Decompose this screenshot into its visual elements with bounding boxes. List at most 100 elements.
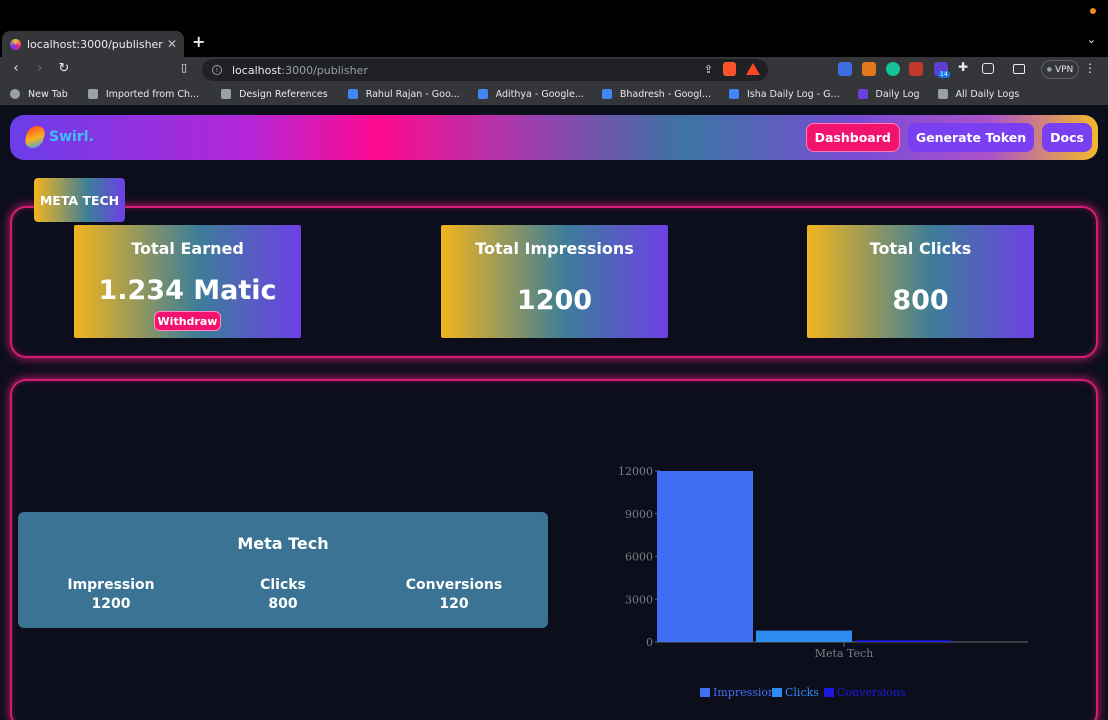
y-tick-label: 6000 — [625, 551, 653, 564]
bar-chart: 0 3000 6000 9000 12000 Meta Tech Impressions Cl… — [610, 455, 1050, 710]
site-info-icon[interactable]: i — [212, 65, 222, 75]
legend-swatch-clicks — [772, 688, 782, 697]
new-tab-icon[interactable]: + — [192, 32, 205, 51]
total-earned-title: Total Earned — [131, 239, 244, 258]
forward-icon[interactable]: › — [31, 61, 49, 76]
total-impressions-card: Total Impressions 1200 — [441, 225, 668, 338]
sidebar-icon[interactable] — [982, 63, 994, 74]
bookmark-item[interactable]: Rahul Rajan - Goo... — [347, 88, 460, 100]
extension-badge-count: 14 — [938, 71, 950, 78]
favicon-icon — [10, 38, 21, 50]
notification-dot — [1090, 8, 1096, 14]
doc-icon — [477, 89, 488, 99]
legend-swatch-conversions — [824, 688, 834, 697]
bookmark-label: Daily Log — [875, 88, 920, 100]
os-menu-bar — [0, 0, 1108, 27]
extension-badge-icon[interactable]: 14 — [934, 62, 950, 78]
impression-label: Impression — [67, 577, 155, 593]
share-icon[interactable]: ⇪ — [704, 63, 713, 76]
bookmark-icon[interactable]: ▯ — [175, 61, 193, 74]
wallet-icon[interactable] — [1013, 64, 1025, 74]
vpn-button[interactable]: ● VPN — [1041, 60, 1079, 79]
bookmark-item[interactable]: Bhadresh - Googl... — [601, 88, 711, 100]
campaign-summary-card: Meta Tech Impression 1200 Clicks 800 Con… — [18, 512, 548, 628]
tab-title: localhost:3000/publisher — [27, 37, 163, 51]
tab-strip: localhost:3000/publisher ✕ + ⌄ — [0, 27, 1108, 57]
conversions-value: 120 — [439, 596, 469, 612]
docs-button[interactable]: Docs — [1042, 123, 1092, 152]
tab-search-chevron-icon[interactable]: ⌄ — [1087, 33, 1096, 46]
doc-icon — [728, 89, 739, 99]
dashboard-button[interactable]: Dashboard — [805, 123, 900, 152]
generate-token-button[interactable]: Generate Token — [907, 123, 1035, 152]
reload-icon[interactable]: ↻ — [55, 61, 73, 76]
address-bar[interactable]: i localhost:3000/publisher ⇪ — [202, 59, 768, 81]
bookmark-item[interactable]: New Tab — [10, 89, 68, 100]
swirl-logo-icon — [23, 126, 47, 148]
total-clicks-value: 800 — [892, 285, 949, 316]
brave-shield-icon[interactable] — [723, 62, 736, 76]
total-clicks-card: Total Clicks 800 — [807, 225, 1034, 338]
globe-icon — [10, 89, 20, 99]
summary-conversions: Conversions 120 — [384, 576, 524, 614]
y-tick-label: 9000 — [625, 508, 653, 521]
close-tab-icon[interactable]: ✕ — [164, 37, 180, 51]
bookmark-label: Rahul Rajan - Goo... — [365, 88, 460, 100]
summary-impression: Impression 1200 — [41, 576, 181, 614]
brave-rewards-icon[interactable] — [746, 63, 760, 75]
x-tick-label: Meta Tech — [815, 647, 874, 660]
doc-icon — [601, 89, 612, 99]
doc-icon — [347, 89, 358, 99]
bookmarks-bar: New Tab Imported from Ch... Design Referen… — [0, 83, 1108, 105]
grammarly-icon[interactable] — [886, 62, 900, 76]
browser-toolbar: ‹ › ↻ ▯ i localhost:3000/publisher ⇪ 14 … — [0, 57, 1108, 83]
bookmark-label: Adithya - Google... — [495, 88, 584, 100]
folder-icon — [87, 89, 98, 99]
clicks-value: 800 — [268, 596, 298, 612]
bookmark-item[interactable]: All Daily Logs — [937, 89, 1019, 100]
url-path: :3000/publisher — [281, 63, 368, 77]
extensions-puzzle-icon[interactable]: ✚ — [958, 60, 972, 74]
withdraw-button[interactable]: Withdraw — [154, 311, 221, 331]
summary-clicks: Clicks 800 — [213, 576, 353, 614]
bookmark-label: Bhadresh - Googl... — [619, 88, 711, 100]
vpn-label: VPN — [1054, 64, 1074, 75]
summary-title: Meta Tech — [237, 534, 329, 553]
y-tick-label: 12000 — [618, 465, 653, 478]
bar-impressions — [657, 471, 753, 642]
folder-icon — [221, 89, 232, 99]
impression-value: 1200 — [91, 596, 131, 612]
extension-shield-icon[interactable] — [838, 62, 852, 76]
clicks-label: Clicks — [260, 577, 306, 593]
nav-buttons: Dashboard Generate Token Docs — [805, 123, 1092, 152]
total-impressions-value: 1200 — [516, 285, 593, 316]
bar-clicks — [756, 630, 852, 642]
bookmark-label: New Tab — [28, 88, 68, 100]
legend-label-conversions: Conversions — [837, 686, 906, 699]
total-clicks-title: Total Clicks — [869, 239, 972, 258]
app-navbar: Swirl. Dashboard Generate Token Docs — [10, 115, 1098, 160]
conversions-label: Conversions — [405, 577, 503, 593]
bookmark-label: Imported from Ch... — [105, 88, 200, 100]
metamask-icon[interactable] — [862, 62, 876, 76]
bookmark-label: Design References — [239, 88, 328, 100]
browser-tab[interactable]: localhost:3000/publisher ✕ — [2, 31, 184, 57]
total-earned-value: 1.234 Matic — [98, 275, 277, 306]
bookmark-item[interactable]: Adithya - Google... — [477, 88, 584, 100]
bookmark-item[interactable]: Daily Log — [857, 88, 920, 100]
extension-red-icon[interactable] — [909, 62, 923, 76]
back-icon[interactable]: ‹ — [7, 61, 25, 76]
bar-conversions — [855, 640, 951, 642]
logo-text: Swirl. — [49, 129, 94, 145]
app-logo[interactable]: Swirl. — [23, 126, 94, 148]
bookmark-item[interactable]: Imported from Ch... — [87, 88, 200, 100]
total-impressions-title: Total Impressions — [475, 239, 634, 258]
bookmark-label: Isha Daily Log - G... — [746, 88, 840, 100]
bookmark-item[interactable]: Design References — [221, 89, 328, 100]
legend-label-impressions: Impressions — [713, 686, 781, 699]
bookmark-item[interactable]: Isha Daily Log - G... — [728, 88, 840, 100]
bar-chart-svg: 0 3000 6000 9000 12000 Meta Tech Impressions Cl… — [618, 465, 1028, 699]
browser-menu-icon[interactable]: ⋮ — [1084, 61, 1096, 75]
y-tick-label: 0 — [646, 636, 653, 649]
folder-icon — [937, 89, 948, 99]
